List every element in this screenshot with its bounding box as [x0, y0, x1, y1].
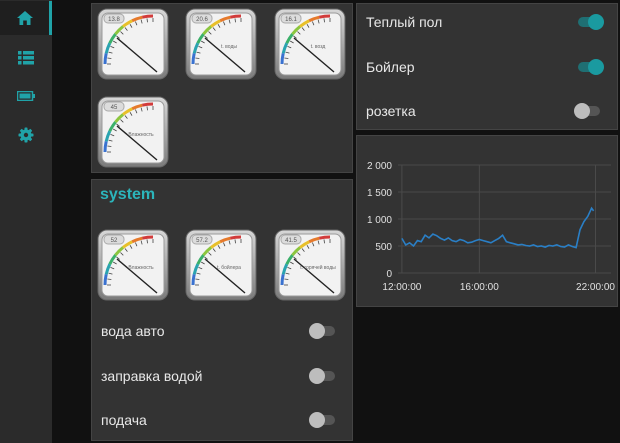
y-tick-label: 0 [386, 269, 392, 280]
line-chart: 2 000 1 500 1 000 500 0 12:00:00 16:00:00 22:00… [367, 161, 615, 293]
battery-icon [17, 91, 35, 101]
gauge-sys-1: 57.2 t. бойлера [185, 229, 257, 301]
gauge-value: 52 [111, 238, 118, 244]
gauge-tick [234, 18, 236, 23]
gauge-tick [195, 57, 200, 59]
gauge-top-1: 20.6 t. воды [185, 8, 257, 80]
switch-water-fill[interactable] [309, 368, 335, 384]
gauge-arc [280, 52, 285, 65]
gauge-tick [284, 57, 289, 59]
gauge-arc [191, 273, 196, 286]
gauge-tick [107, 278, 112, 280]
gauge-arc [280, 273, 285, 286]
x-tick-label: 16:00:00 [460, 282, 499, 293]
gauge-tick [234, 239, 236, 244]
gauge-sys-2: 41.5 t. горячей воды [274, 229, 346, 301]
y-tick-label: 1 000 [367, 215, 392, 226]
y-tick-label: 1 500 [367, 188, 392, 199]
gauge-arc [229, 14, 242, 19]
gauge-sys-0: 52 Влажность [97, 229, 169, 301]
gauge-tick [323, 239, 325, 244]
switch-label-water-fill: заправка водой [101, 368, 203, 384]
gauge-arc [103, 140, 108, 153]
system-title: system [100, 186, 156, 203]
gauge-tick [195, 278, 200, 280]
switch-label-water-auto: вода авто [101, 323, 165, 339]
gauge-label: t. возд [311, 44, 326, 50]
switch-label-boiler: Бойлер [366, 59, 415, 75]
gauge-arc [318, 14, 331, 19]
switch-label-socket: розетка [366, 103, 416, 119]
switch-supply[interactable] [309, 412, 335, 428]
x-tick-label: 22:00:00 [576, 282, 615, 293]
gauge-tick [323, 18, 325, 23]
gauge-arc [141, 235, 154, 240]
gauge-tick [146, 18, 148, 23]
switch-label-floor: Теплый пол [366, 14, 443, 30]
gauge-label: t. воды [221, 44, 237, 50]
gauge-arc [229, 235, 242, 240]
gauge-tick [146, 239, 148, 244]
switch-socket[interactable] [574, 103, 600, 119]
gauge-label: Влажность [128, 265, 154, 271]
system-panel [91, 179, 353, 441]
gauge-arc [141, 14, 154, 19]
nav-list[interactable] [0, 41, 52, 75]
switch-boiler[interactable] [578, 59, 604, 75]
nav-settings[interactable] [0, 118, 52, 152]
y-tick-label: 500 [375, 242, 392, 253]
gauge-value: 20.6 [196, 17, 208, 23]
gauge-top-2: 16.1 t. возд [274, 8, 346, 80]
home-icon [16, 11, 33, 25]
switch-water-auto[interactable] [309, 323, 335, 339]
gauge-value: 13.8 [108, 17, 120, 23]
nav-home[interactable] [0, 1, 52, 35]
gauge-tick [107, 145, 112, 147]
y-tick-label: 2 000 [367, 161, 392, 172]
nav-battery[interactable] [0, 79, 52, 113]
gauge-tick [146, 106, 148, 111]
gauge-value: 57.2 [196, 238, 208, 244]
gauge-value: 41.5 [285, 238, 297, 244]
x-tick-label: 12:00:00 [382, 282, 421, 293]
gauge-arc [318, 235, 331, 240]
gauge-tick [284, 278, 289, 280]
series-line [401, 206, 595, 249]
gauge-top-3: 45 Влажность [97, 96, 169, 168]
gauge-label: Влажность [128, 132, 154, 138]
list-icon [18, 51, 34, 65]
sidebar [0, 0, 52, 443]
gauge-tick [107, 57, 112, 59]
gauge-top-0: 13.8 [97, 8, 169, 80]
gauge-value: 45 [111, 105, 118, 111]
gauge-arc [191, 52, 196, 65]
gauge-value: 16.1 [285, 17, 297, 23]
gauge-arc [103, 273, 108, 286]
switch-floor-heating[interactable] [578, 14, 604, 30]
switch-label-supply: подача [101, 412, 147, 428]
gauge-arc [141, 102, 154, 107]
gauge-arc [103, 52, 108, 65]
gauge-label: t. горячей воды [300, 264, 336, 271]
gear-icon [18, 127, 34, 143]
gauge-label: t. бойлера [217, 264, 241, 271]
